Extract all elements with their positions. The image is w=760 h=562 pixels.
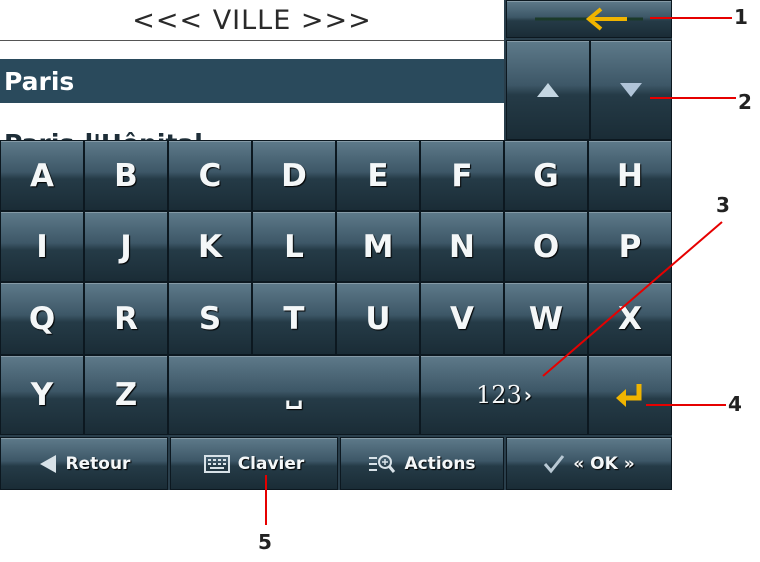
callout-label-3: 3 — [716, 193, 730, 217]
callout-label-4: 4 — [728, 392, 742, 416]
callout-line-5 — [265, 475, 267, 525]
callout-label-5: 5 — [258, 530, 272, 554]
callout-line-4 — [646, 404, 726, 406]
callout-line-3 — [542, 221, 723, 377]
